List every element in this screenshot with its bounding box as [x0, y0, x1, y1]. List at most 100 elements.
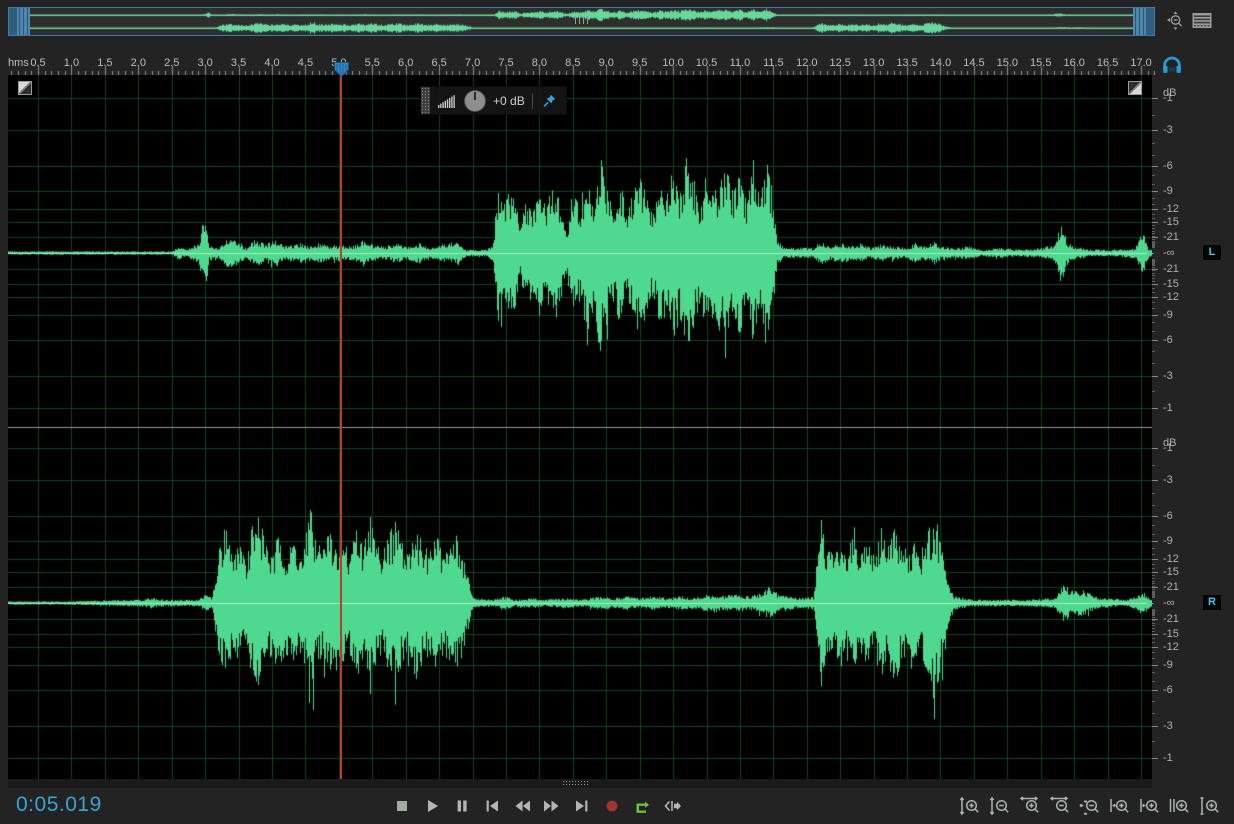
db-tick	[1152, 480, 1158, 481]
headphones-icon[interactable]	[1161, 55, 1183, 74]
db-tick	[1152, 638, 1155, 639]
pin-icon[interactable]	[540, 92, 558, 110]
db-tick	[1152, 681, 1155, 682]
gain-knob[interactable]	[464, 90, 486, 112]
skip-selection-icon	[662, 796, 682, 816]
db-tick	[1152, 589, 1155, 590]
db-tick	[1152, 228, 1155, 229]
stop-button[interactable]	[392, 796, 412, 816]
db-tick	[1152, 628, 1155, 629]
db-tick	[1152, 620, 1155, 621]
db-tick	[1152, 322, 1155, 323]
fade-in-handle[interactable]	[18, 81, 32, 95]
fade-out-handle[interactable]	[1128, 81, 1142, 95]
record-button[interactable]	[602, 796, 622, 816]
playhead-marker[interactable]	[334, 62, 349, 77]
db-tick	[1152, 175, 1155, 176]
db-center-label: -∞	[1163, 598, 1175, 609]
db-tick-label: -15	[1163, 279, 1179, 290]
zoom-out-full-icon	[1078, 795, 1100, 817]
reset-vertical-zoom-button[interactable]	[1198, 795, 1220, 817]
db-tick	[1152, 408, 1158, 409]
db-tick	[1152, 583, 1155, 584]
db-tick	[1152, 270, 1155, 271]
db-tick	[1152, 559, 1158, 560]
fast-forward-icon	[542, 796, 562, 816]
db-tick	[1152, 572, 1158, 573]
amplitude-ruler[interactable]: dB-1-1-3-3-6-6-9-9-12-12-15-15-21-21-∞+L…	[1152, 75, 1234, 779]
skip-to-start-button[interactable]	[482, 796, 502, 816]
db-tick-label: -1	[1163, 753, 1173, 764]
db-tick	[1152, 261, 1155, 262]
view-range-right-handle[interactable]	[1133, 8, 1154, 35]
zoom-navigator-icon[interactable]	[1164, 11, 1186, 32]
loop-playback-button[interactable]	[632, 796, 652, 816]
view-range-right-grip	[1133, 8, 1146, 35]
hud-separator	[532, 93, 533, 109]
zoom-out-full-button[interactable]	[1078, 795, 1100, 817]
zoom-selection-icon	[1168, 795, 1190, 817]
pause-button[interactable]	[452, 796, 472, 816]
db-tick	[1152, 237, 1158, 238]
db-tick-label: -12	[1163, 642, 1179, 653]
db-tick	[1152, 218, 1155, 219]
db-tick	[1152, 262, 1155, 263]
db-tick-label: -9	[1163, 660, 1173, 671]
zoom-to-selection-button[interactable]	[1168, 795, 1190, 817]
db-tick	[1152, 264, 1155, 265]
channel-badge-l[interactable]: L	[1203, 245, 1221, 260]
hud-drag-grip-icon[interactable]	[421, 87, 430, 114]
bottom-drag-strip[interactable]	[8, 779, 1152, 788]
db-tick	[1152, 652, 1155, 653]
zoom-in-time-button[interactable]	[1018, 795, 1040, 817]
waveform-display[interactable]	[8, 75, 1152, 779]
db-tick	[1152, 612, 1155, 613]
channel-badge-r[interactable]: R	[1203, 595, 1221, 610]
db-tick-label: -6	[1163, 161, 1173, 172]
zoom-toolbar	[958, 788, 1220, 824]
db-tick	[1152, 204, 1155, 205]
zoom-in-amplitude-button[interactable]	[958, 795, 980, 817]
db-tick	[1152, 284, 1158, 285]
db-tick	[1152, 575, 1155, 576]
skip-to-end-button[interactable]	[572, 796, 592, 816]
zoom-in-at-out-point-button[interactable]	[1138, 795, 1160, 817]
view-range-center-grip[interactable]	[573, 16, 591, 24]
view-range-left-handle[interactable]	[9, 8, 30, 35]
db-tick-label: -21	[1163, 264, 1179, 275]
db-tick	[1152, 273, 1155, 274]
db-tick	[1152, 448, 1158, 449]
playhead-line	[340, 75, 342, 779]
db-tick	[1152, 166, 1158, 167]
zoom-in-at-in-point-button[interactable]	[1108, 795, 1130, 817]
db-tick	[1152, 647, 1158, 648]
zoom-out-amplitude-button[interactable]	[988, 795, 1010, 817]
playhead-time-display[interactable]: 0:05.019	[16, 793, 102, 817]
db-tick	[1152, 302, 1155, 303]
panel-menu-icon[interactable]	[1191, 12, 1213, 30]
db-tick	[1152, 741, 1155, 742]
skip-selection-button[interactable]	[662, 796, 682, 816]
loop-icon	[632, 796, 652, 816]
db-tick	[1152, 155, 1155, 156]
drag-grip-icon	[562, 780, 590, 786]
overview-range-bar[interactable]	[8, 7, 1155, 36]
zoom-out-time-button[interactable]	[1048, 795, 1070, 817]
db-tick	[1152, 222, 1158, 223]
db-tick	[1152, 758, 1158, 759]
play-button[interactable]	[422, 796, 442, 816]
db-tick-label: -6	[1163, 511, 1173, 522]
fast-forward-button[interactable]	[542, 796, 562, 816]
timeline-ticks	[8, 66, 1155, 75]
db-tick	[1152, 568, 1155, 569]
db-tick-label: -15	[1163, 217, 1179, 228]
skip-start-icon	[482, 796, 502, 816]
gain-hud[interactable]: +0 dB	[420, 86, 567, 115]
db-tick	[1152, 672, 1155, 673]
db-tick	[1152, 275, 1155, 276]
db-tick	[1152, 265, 1155, 266]
db-tick	[1152, 351, 1155, 352]
rewind-button[interactable]	[512, 796, 532, 816]
db-tick	[1152, 623, 1155, 624]
db-tick	[1152, 615, 1155, 616]
